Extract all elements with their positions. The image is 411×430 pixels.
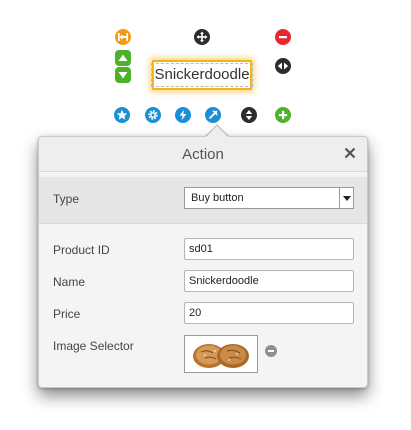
align-icon[interactable] — [115, 29, 131, 45]
type-select[interactable]: Buy button — [184, 187, 354, 209]
element-text[interactable]: Snickerdoodle — [151, 63, 253, 87]
type-label: Type — [53, 192, 80, 206]
resize-horizontal-icon[interactable] — [275, 58, 291, 74]
selected-text-element[interactable]: Snickerdoodle — [151, 60, 253, 90]
image-selector-label: Image Selector — [53, 339, 134, 353]
move-icon[interactable] — [194, 29, 210, 45]
settings-gear-icon[interactable] — [145, 107, 161, 123]
panel-pointer-inner — [206, 126, 228, 137]
image-selector[interactable] — [184, 335, 258, 373]
action-panel: Action Type Buy button Product ID sd01 N… — [38, 136, 368, 388]
panel-header: Action — [39, 137, 367, 172]
name-field[interactable]: Snickerdoodle — [184, 270, 354, 292]
price-label: Price — [53, 307, 81, 321]
add-icon[interactable] — [275, 107, 291, 123]
product-id-label: Product ID — [53, 243, 110, 257]
close-icon[interactable] — [344, 147, 356, 159]
type-select-value: Buy button — [191, 192, 244, 204]
layer-order-icon[interactable] — [241, 107, 257, 123]
type-row: Type Buy button — [39, 177, 367, 224]
move-down-icon[interactable] — [115, 67, 131, 83]
link-arrow-icon[interactable] — [205, 107, 221, 123]
product-id-value: sd01 — [189, 243, 213, 255]
action-bolt-icon[interactable] — [175, 107, 191, 123]
delete-icon[interactable] — [275, 29, 291, 45]
price-field[interactable]: 20 — [184, 302, 354, 324]
remove-image-icon[interactable] — [265, 345, 277, 357]
product-id-field[interactable]: sd01 — [184, 238, 354, 260]
panel-title: Action — [182, 146, 224, 163]
name-label: Name — [53, 275, 86, 289]
price-value: 20 — [189, 307, 202, 319]
name-value: Snickerdoodle — [189, 275, 259, 287]
chevron-down-icon[interactable] — [339, 188, 353, 208]
move-up-icon[interactable] — [115, 50, 131, 66]
favorite-star-icon[interactable] — [114, 107, 130, 123]
snickerdoodle-cookies-image — [193, 344, 249, 368]
